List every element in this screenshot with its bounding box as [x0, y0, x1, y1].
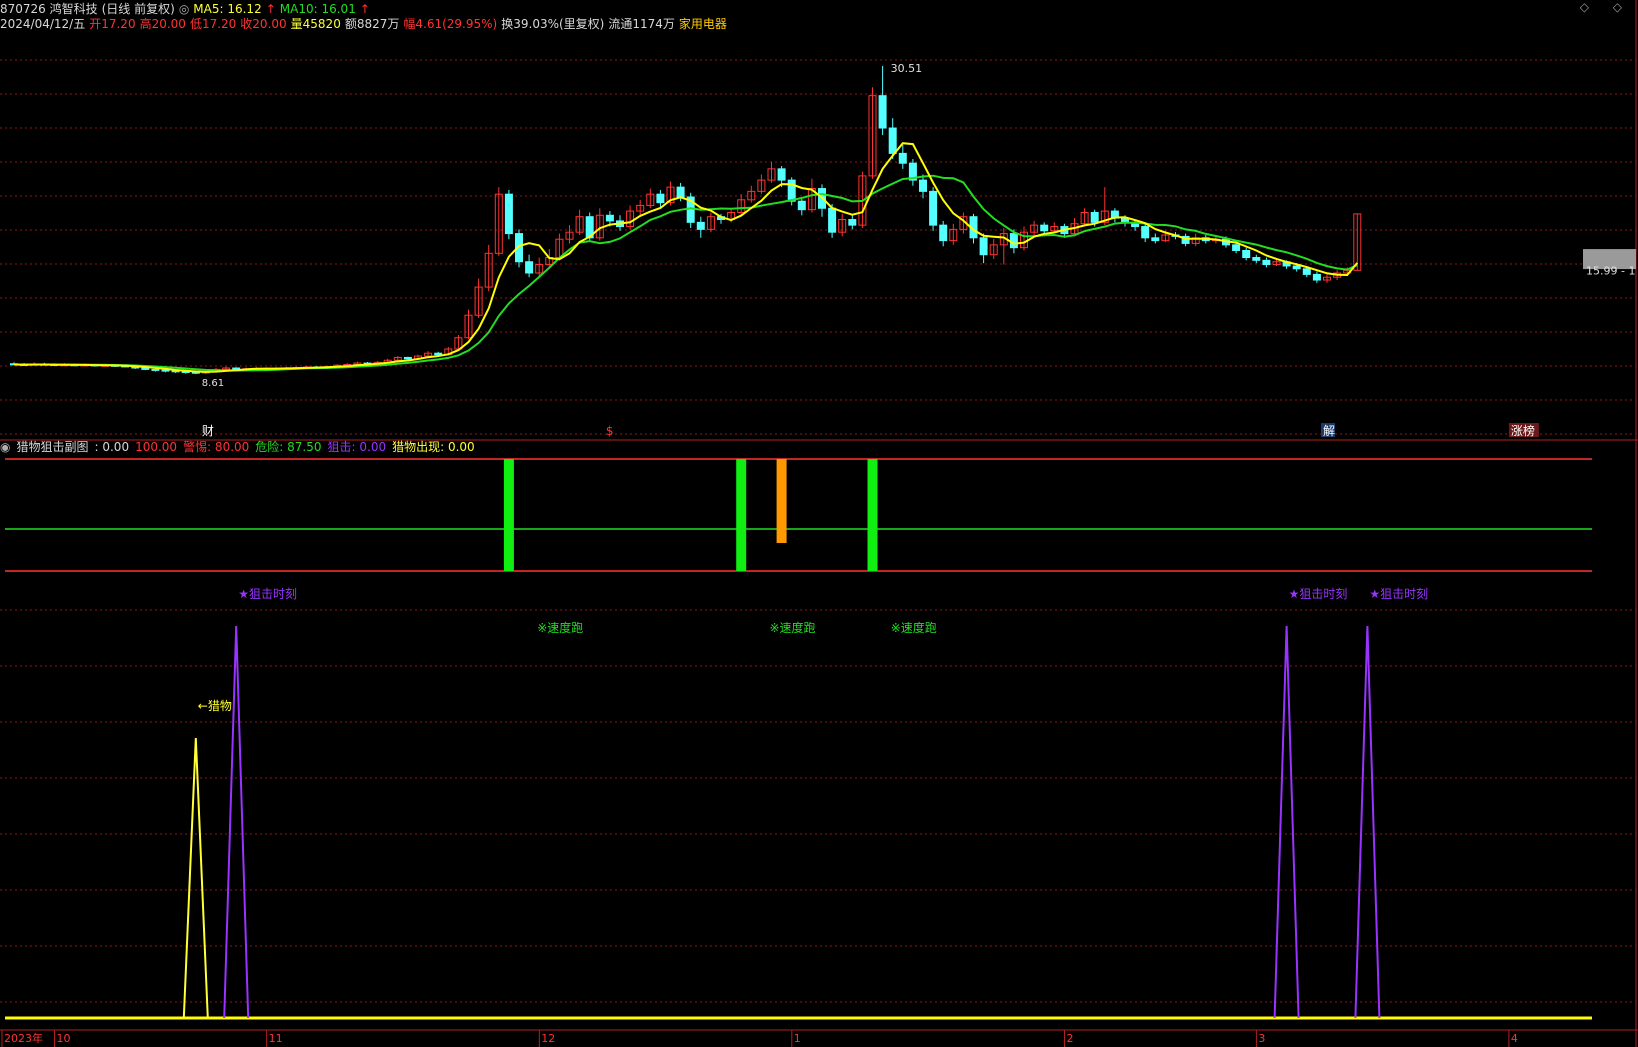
candle-body	[605, 214, 614, 222]
candle-body	[797, 200, 806, 211]
x-tick-label: 2023年	[4, 1031, 43, 1045]
candle-body	[151, 368, 160, 371]
stock-chart[interactable]: 30.51 8.61 15.99 - 1 财 $ 解 涨榜 ←猎物 ★狙击时刻 ★狙击时刻 ★狙击时…	[0, 0, 1638, 1047]
candle-body	[1262, 259, 1271, 266]
candle-body	[1090, 211, 1099, 223]
candle-body	[161, 369, 170, 372]
high-price-label: 30.51	[891, 62, 923, 75]
x-tick-label: 3	[1258, 1032, 1265, 1045]
candle-body	[676, 186, 685, 198]
candle-body	[1252, 257, 1261, 261]
speed-label: ※速度跑	[537, 620, 583, 635]
x-tick-label: 2	[1067, 1032, 1074, 1045]
candle-body	[434, 352, 443, 356]
candle-body	[525, 261, 534, 274]
candle-body	[939, 224, 948, 242]
signal-bar	[776, 459, 787, 543]
x-tick-label: 11	[269, 1032, 283, 1045]
candle-body	[1232, 244, 1241, 251]
event-mark: 财	[202, 424, 214, 438]
speed-label: ※速度跑	[891, 620, 937, 635]
candle-body	[1312, 273, 1321, 281]
candle-body	[979, 237, 988, 256]
candle-body	[777, 168, 786, 181]
x-tick-label: 12	[541, 1032, 555, 1045]
right-price-label: 15.99 - 1	[1586, 264, 1635, 277]
candle-body	[1141, 226, 1150, 239]
candle-body	[1292, 265, 1301, 270]
signal-bar	[736, 459, 747, 571]
x-tick-label: 10	[57, 1032, 71, 1045]
signal-label: ★狙击时刻	[1289, 587, 1348, 601]
candle-body	[1151, 237, 1160, 242]
candle-body	[898, 152, 907, 164]
x-tick-label: 4	[1511, 1032, 1518, 1045]
candle-body	[828, 207, 837, 233]
signal-bar	[503, 459, 514, 571]
signal-label: ★狙击时刻	[238, 587, 297, 601]
candle-body	[1040, 224, 1049, 232]
candle-body	[696, 221, 705, 230]
signal-bar	[867, 459, 878, 571]
candle-body	[232, 367, 241, 370]
signal-label: ←猎物	[198, 699, 232, 713]
x-tick-label: 1	[794, 1032, 801, 1045]
low-price-label: 8.61	[202, 378, 224, 389]
signal-spike	[182, 737, 209, 1019]
event-mark: 解	[1323, 424, 1335, 438]
candle-body	[848, 219, 857, 226]
signal-spike	[1273, 625, 1300, 1019]
candle-body	[656, 193, 665, 204]
candle-body	[504, 193, 513, 235]
signal-spike	[223, 625, 250, 1019]
candle-body	[1302, 268, 1311, 275]
candle-body	[929, 190, 938, 226]
speed-label: ※速度跑	[770, 620, 816, 635]
candle-body	[1242, 249, 1251, 259]
ma10-line	[13, 174, 1358, 372]
signal-label: ★狙击时刻	[1369, 587, 1428, 601]
event-mark: 涨榜	[1511, 423, 1535, 438]
ma5-line	[13, 142, 1359, 373]
event-mark: $	[606, 424, 614, 438]
candle-body	[888, 127, 897, 154]
candle-body	[919, 179, 927, 192]
candle-body	[1009, 233, 1018, 249]
candle-body	[878, 95, 887, 129]
signal-spike	[1354, 625, 1381, 1019]
candle-body	[403, 356, 412, 360]
